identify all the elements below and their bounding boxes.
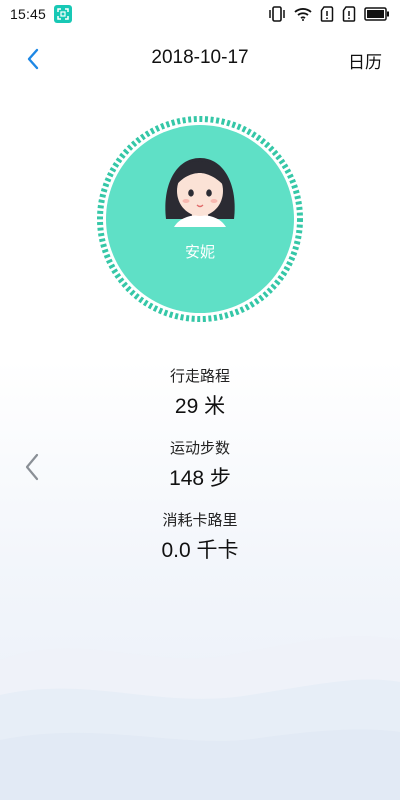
user-name: 安妮	[184, 243, 215, 261]
no-sim-icon	[342, 6, 356, 22]
stat-calories-value: 0.0 千卡	[161, 539, 239, 562]
stat-steps-label: 运动步数	[169, 439, 230, 457]
status-left: 15:45	[10, 5, 73, 23]
stat-distance: 行走路程 29 米	[0, 366, 400, 421]
date-title: 2018-10-17	[151, 47, 249, 68]
stat-steps: 运动步数 148 步	[0, 438, 400, 493]
top-bar: 2018-10-17 日历	[0, 38, 400, 80]
battery-icon	[364, 7, 390, 21]
stats-panel: 行走路程 29 米 运动步数 148 步 消耗卡路里 0.0 千卡	[0, 366, 400, 582]
stat-steps-value: 148 步	[169, 467, 231, 490]
avatar-circle: 安妮	[96, 115, 304, 323]
status-right	[268, 6, 390, 22]
status-time: 15:45	[10, 6, 47, 22]
calendar-button[interactable]: 日历	[348, 48, 382, 73]
status-bar: 15:45	[0, 0, 400, 28]
stat-distance-label: 行走路程	[169, 367, 230, 385]
wifi-icon	[294, 7, 312, 21]
no-sim-icon	[320, 6, 334, 22]
stat-calories: 消耗卡路里 0.0 千卡	[0, 510, 400, 565]
screenshot-app-icon	[54, 5, 73, 23]
stat-distance-value: 29 米	[174, 395, 226, 418]
stat-calories-label: 消耗卡路里	[162, 511, 238, 529]
vibrate-icon	[268, 6, 286, 22]
background-waves	[0, 636, 400, 800]
